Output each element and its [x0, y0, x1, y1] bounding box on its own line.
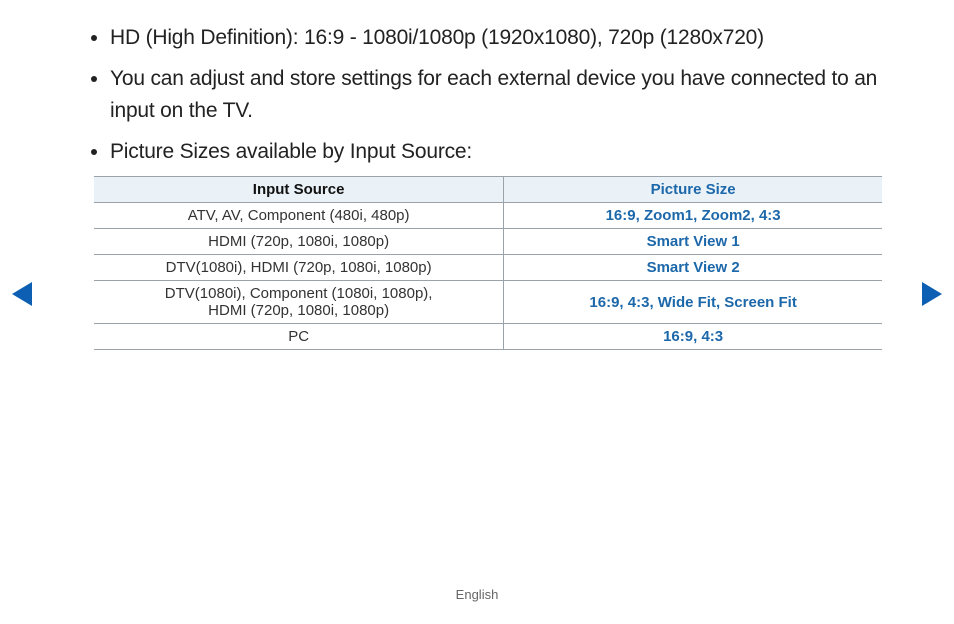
page-content: HD (High Definition): 16:9 - 1080i/1080p…: [0, 0, 954, 350]
cell-input: DTV(1080i), Component (1080i, 1080p),HDM…: [94, 281, 504, 324]
footer-language: English: [0, 587, 954, 602]
th-input-source: Input Source: [94, 177, 504, 203]
list-item: Picture Sizes available by Input Source:: [110, 136, 884, 169]
table-row: DTV(1080i), Component (1080i, 1080p),HDM…: [94, 281, 882, 324]
cell-size: 16:9, Zoom1, Zoom2, 4:3: [504, 203, 882, 229]
table-row: DTV(1080i), HDMI (720p, 1080i, 1080p) Sm…: [94, 255, 882, 281]
prev-page-arrow[interactable]: [12, 282, 32, 306]
cell-input: DTV(1080i), HDMI (720p, 1080i, 1080p): [94, 255, 504, 281]
table-header-row: Input Source Picture Size: [94, 177, 882, 203]
cell-input: ATV, AV, Component (480i, 480p): [94, 203, 504, 229]
cell-size: Smart View 1: [504, 229, 882, 255]
cell-input: HDMI (720p, 1080i, 1080p): [94, 229, 504, 255]
list-item: HD (High Definition): 16:9 - 1080i/1080p…: [110, 22, 884, 55]
cell-size: 16:9, 4:3: [504, 324, 882, 350]
picture-size-table: Input Source Picture Size ATV, AV, Compo…: [94, 176, 882, 350]
next-page-arrow[interactable]: [922, 282, 942, 306]
cell-size: 16:9, 4:3, Wide Fit, Screen Fit: [504, 281, 882, 324]
list-item: You can adjust and store settings for ea…: [110, 63, 884, 128]
table-row: HDMI (720p, 1080i, 1080p) Smart View 1: [94, 229, 882, 255]
cell-size: Smart View 2: [504, 255, 882, 281]
table-row: PC 16:9, 4:3: [94, 324, 882, 350]
th-picture-size: Picture Size: [504, 177, 882, 203]
table-row: ATV, AV, Component (480i, 480p) 16:9, Zo…: [94, 203, 882, 229]
cell-input: PC: [94, 324, 504, 350]
bullet-list: HD (High Definition): 16:9 - 1080i/1080p…: [70, 22, 884, 168]
